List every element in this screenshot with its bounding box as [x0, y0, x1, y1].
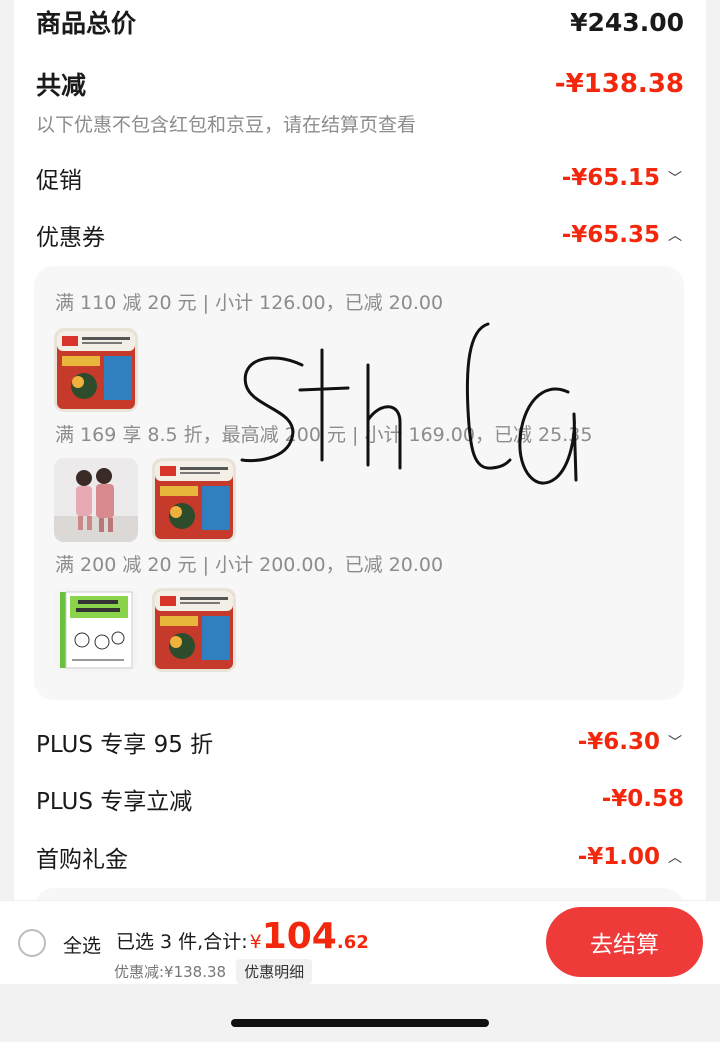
chevron-down-icon[interactable]: ﹀	[666, 732, 684, 752]
promo-label: 促销	[36, 168, 82, 194]
first-purchase-row[interactable]: 首购礼金 -¥1.00 ︿	[36, 839, 684, 875]
plus95-amount: -¥6.30 ﹀	[578, 729, 684, 755]
coupon-rule-2: 满 169 享 8.5 折，最高减 200 元 | 小计 169.00，已减 2…	[55, 424, 593, 446]
coupon-detail-panel: 满 110 减 20 元 | 小计 126.00，已减 20.00 满 169 …	[34, 266, 684, 700]
reduction-value: -¥138.38	[554, 69, 684, 99]
currency-symbol: ¥	[249, 931, 262, 953]
chevron-up-icon[interactable]: ︿	[666, 225, 684, 245]
plus-instant-row: PLUS 专享立减 -¥0.58	[36, 781, 684, 817]
snack-package-image[interactable]	[152, 458, 236, 542]
goods-total-value: ¥243.00	[570, 7, 684, 37]
coupon-row[interactable]: 优惠券 -¥65.35 ︿	[36, 217, 684, 253]
selected-count-text: 已选 3 件,合计:	[116, 931, 248, 953]
total-decimal: .62	[336, 932, 369, 953]
select-all-label[interactable]: 全选	[63, 931, 101, 958]
promo-value: -¥65.15	[561, 165, 660, 191]
discount-total-text: 优惠减:¥138.38	[114, 963, 227, 981]
coupon-value: -¥65.35	[561, 222, 660, 248]
checkout-bar: 全选 已选 3 件,合计: ¥ 104 .62 优惠减:¥138.38 优惠明细…	[0, 900, 720, 984]
total-integer: 104	[261, 916, 337, 957]
plus95-value: -¥6.30	[577, 729, 660, 755]
snack-package-image[interactable]	[152, 588, 236, 672]
chevron-up-icon[interactable]: ︿	[666, 847, 684, 867]
goods-total-row: 商品总价 ¥243.00	[36, 4, 684, 40]
plus-instant-label: PLUS 专享立减	[36, 789, 193, 815]
first-purchase-label: 首购礼金	[36, 847, 128, 873]
discount-line: 优惠减:¥138.38 优惠明细	[114, 959, 313, 984]
coupon-rule-3: 满 200 减 20 元 | 小计 200.00，已减 20.00	[55, 554, 444, 576]
promo-row[interactable]: 促销 -¥65.15 ﹀	[36, 160, 684, 196]
kids-clothing-image[interactable]	[54, 458, 138, 542]
plus95-label: PLUS 专享 95 折	[36, 732, 214, 758]
select-all-radio[interactable]	[18, 929, 46, 957]
comic-book-image[interactable]	[54, 588, 138, 672]
reduction-label: 共减	[36, 71, 87, 100]
order-summary-sheet: 商品总价 ¥243.00 共减 -¥138.38 以下优惠不包含红包和京豆，请在…	[14, 0, 706, 905]
goods-total-label: 商品总价	[36, 9, 137, 38]
coupon-rule-1: 满 110 减 20 元 | 小计 126.00，已减 20.00	[55, 292, 444, 314]
promo-amount: -¥65.15 ﹀	[562, 165, 684, 191]
plus-instant-value: -¥0.58	[601, 786, 684, 812]
coupon-amount: -¥65.35 ︿	[562, 222, 684, 248]
reduction-note: 以下优惠不包含红包和京豆，请在结算页查看	[36, 114, 417, 136]
first-purchase-amount: -¥1.00 ︿	[578, 844, 684, 870]
snack-package-image[interactable]	[54, 328, 138, 412]
checkout-button[interactable]: 去结算	[546, 907, 703, 977]
plus95-row[interactable]: PLUS 专享 95 折 -¥6.30 ﹀	[36, 724, 684, 760]
first-purchase-value: -¥1.00	[577, 844, 660, 870]
reduction-row: 共减 -¥138.38	[36, 66, 684, 102]
selected-summary: 已选 3 件,合计: ¥ 104 .62	[116, 916, 369, 957]
coupon-label: 优惠券	[36, 225, 105, 251]
chevron-down-icon[interactable]: ﹀	[666, 168, 684, 188]
discount-detail-button[interactable]: 优惠明细	[236, 959, 313, 984]
home-indicator	[231, 1019, 489, 1027]
